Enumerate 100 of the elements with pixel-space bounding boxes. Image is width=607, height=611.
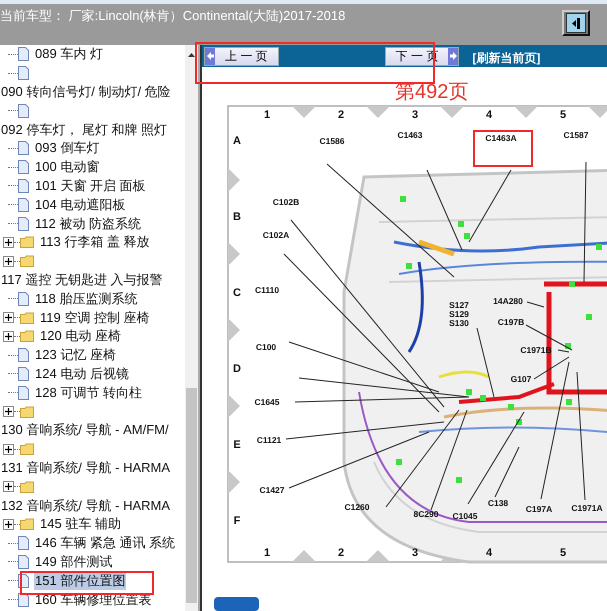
- tree-item[interactable]: 146 车辆 紧急 通讯 系统: [34, 534, 176, 552]
- tree-item[interactable]: 104 电动遮阳板: [34, 196, 126, 214]
- previous-page-button[interactable]: 上 一 页: [204, 46, 279, 66]
- tree-item[interactable]: 092 停车灯， 尾灯 和牌 照灯: [0, 120, 168, 139]
- vehicle-title: 当前车型： 厂家:Lincoln(林肯）Continental(大陆)2017-2018: [0, 7, 346, 25]
- connector-label: C1260: [344, 502, 370, 512]
- grid-label: 2: [338, 547, 344, 559]
- connector-label: S130: [449, 318, 469, 328]
- tree-item[interactable]: 130 音响系统/ 导航 - AM/FM/: [0, 421, 170, 440]
- bottom-button[interactable]: [214, 597, 259, 611]
- document-icon: [18, 386, 29, 400]
- connector-label: C1586: [319, 136, 345, 146]
- connector-label: C1971A: [571, 503, 603, 513]
- scroll-up-icon[interactable]: [188, 53, 195, 57]
- grid-label: 4: [486, 109, 492, 121]
- tree-item[interactable]: 131 音响系统/ 导航 - HARMA: [0, 458, 172, 477]
- connector-label: C1427: [259, 485, 285, 495]
- folder-icon: [20, 518, 34, 530]
- tree-item[interactable]: 132 音响系统/ 导航 - HARMA: [0, 496, 172, 515]
- grid-label: C: [233, 287, 241, 299]
- document-icon: [18, 216, 29, 231]
- document-icon: [18, 536, 29, 550]
- connector-label: C1110: [254, 285, 280, 295]
- connector-label: C197A: [526, 504, 552, 514]
- connector-label: C1463: [397, 130, 423, 140]
- tree-item[interactable]: 119 空调 控制 座椅: [39, 308, 151, 327]
- expand-icon[interactable]: [3, 236, 14, 248]
- folder-icon: [20, 480, 34, 493]
- grid-label: F: [234, 515, 240, 527]
- grid-label: 3: [412, 109, 418, 121]
- document-icon: [18, 141, 29, 156]
- expand-icon[interactable]: [3, 444, 14, 455]
- connector-label: G107: [510, 374, 532, 384]
- tree-item[interactable]: 120 电动 座椅: [39, 327, 122, 346]
- tree-item[interactable]: 117 遥控 无钥匙进 入与报警: [0, 270, 164, 289]
- tree-item[interactable]: 124 电动 后视镜: [34, 364, 130, 383]
- connector-label: 8C290: [413, 509, 439, 519]
- grid-label: 1: [264, 547, 270, 559]
- document-icon: [18, 66, 29, 80]
- connector-label: C102B: [272, 197, 300, 207]
- folder-icon: [20, 330, 34, 342]
- document-icon: [18, 178, 29, 193]
- document-icon: [18, 198, 29, 212]
- grid-label: 5: [560, 109, 566, 121]
- tree-item[interactable]: 089 车内 灯: [34, 45, 104, 64]
- tree-item[interactable]: 090 转向信号灯/ 制动灯/ 危险: [0, 82, 172, 101]
- expand-icon[interactable]: [3, 406, 14, 418]
- tree-item[interactable]: 149 部件测试: [34, 552, 114, 571]
- document-icon: [18, 366, 29, 381]
- connector-label: C1045: [452, 511, 478, 521]
- tree-item[interactable]: 128 可调节 转向柱: [34, 384, 143, 402]
- connector-label: S129: [449, 309, 469, 319]
- leader-line: [526, 302, 544, 308]
- refresh-link[interactable]: [刷新当前页]: [472, 50, 540, 67]
- document-icon: [18, 292, 29, 306]
- grid-label: 4: [486, 547, 492, 559]
- right-arrow-icon: [450, 52, 457, 60]
- highlight-frame: [473, 130, 533, 167]
- connector-label: S127: [449, 300, 469, 310]
- tree-item[interactable]: 093 倒车灯: [34, 139, 100, 158]
- expand-icon[interactable]: [3, 312, 14, 324]
- tree-item[interactable]: 101 天窗 开启 面板: [34, 176, 147, 195]
- document-icon: [18, 47, 29, 62]
- expand-icon[interactable]: [3, 256, 14, 267]
- grid-label: 1: [264, 109, 270, 121]
- grid-label: E: [233, 439, 241, 451]
- left-arrow-icon: [206, 52, 214, 60]
- grid-label: A: [233, 135, 241, 147]
- grid-label: 3: [412, 547, 418, 559]
- panel-toggle-button[interactable]: [562, 10, 590, 36]
- grid-label: D: [233, 363, 241, 375]
- folder-icon: [20, 443, 34, 456]
- tree-item[interactable]: 145 驻车 辅助: [39, 515, 122, 534]
- grid-label: B: [233, 211, 241, 223]
- connector-label: 14A280: [493, 296, 523, 306]
- connector-label: C1645: [254, 397, 280, 407]
- tree-item[interactable]: 113 行李箱 盖 释放: [39, 233, 151, 252]
- expand-icon[interactable]: [3, 330, 14, 342]
- scroll-thumb[interactable]: [186, 388, 197, 603]
- connector-label: C1463A: [485, 133, 517, 143]
- connector-label: C138: [488, 498, 508, 508]
- tree-item[interactable]: 123 记忆 座椅: [34, 346, 117, 364]
- scrollbar[interactable]: [185, 45, 198, 611]
- expand-icon[interactable]: [3, 481, 14, 492]
- expand-icon[interactable]: [3, 518, 14, 530]
- arrow-bar-icon: [572, 18, 580, 28]
- tree-item[interactable]: 118 胎压监测系统: [34, 290, 138, 308]
- connector-label: C1587: [563, 130, 589, 140]
- document-icon: [18, 104, 29, 118]
- document-icon: [18, 554, 29, 569]
- connector-label: C100: [256, 342, 276, 352]
- connector-label: C102A: [262, 230, 290, 240]
- tree-item[interactable]: 112 被动 防盗系统: [34, 214, 142, 233]
- folder-icon: [20, 236, 34, 248]
- document-icon: [18, 348, 29, 362]
- folder-icon: [20, 255, 34, 268]
- tree-item[interactable]: 100 电动窗: [34, 158, 100, 176]
- grid-label: 2: [338, 109, 344, 121]
- folder-icon: [20, 406, 34, 418]
- document-icon: [18, 160, 29, 174]
